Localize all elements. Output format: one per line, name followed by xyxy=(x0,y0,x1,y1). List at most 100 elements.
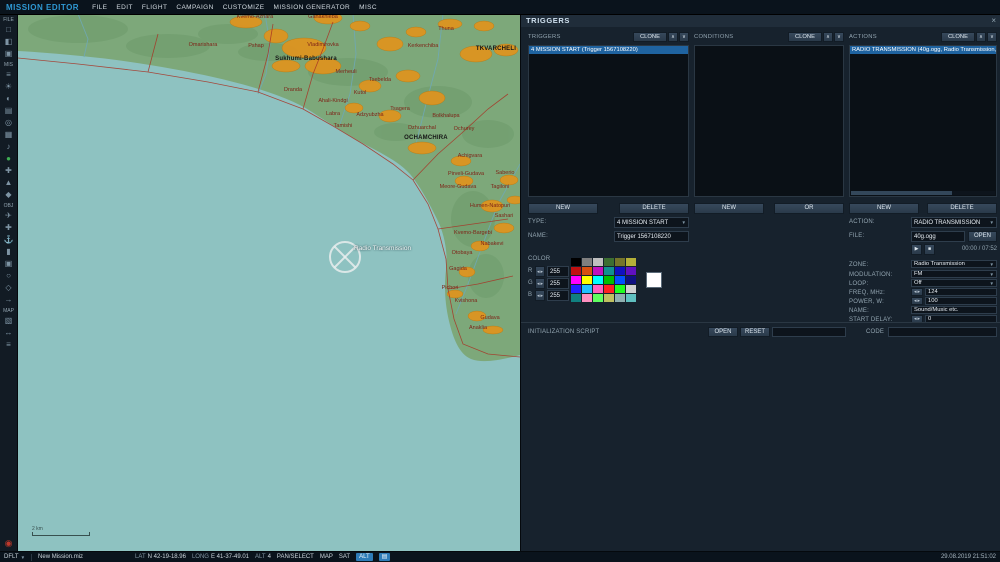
condition-move-up-button[interactable]: ∧ xyxy=(823,32,833,42)
resources-icon[interactable]: ▦ xyxy=(2,129,16,141)
color-swatch[interactable] xyxy=(571,276,581,284)
action-move-up-button[interactable]: ∧ xyxy=(976,32,986,42)
trigger-move-up-button[interactable]: ∧ xyxy=(668,32,678,42)
triggers-icon[interactable]: ▲ xyxy=(2,177,16,189)
init-script-file-field[interactable] xyxy=(772,327,846,337)
red-spinner[interactable]: ◂ ▸ xyxy=(535,266,545,277)
color-swatch[interactable] xyxy=(615,276,625,284)
pan-select-mode[interactable]: PAN/SELECT xyxy=(277,554,314,560)
stop-button[interactable]: ■ xyxy=(924,244,935,255)
menu-customize[interactable]: CUSTOMIZE xyxy=(223,4,265,11)
or-condition-button[interactable]: OR xyxy=(774,203,844,214)
conditions-list[interactable] xyxy=(694,45,844,197)
power-spinner[interactable]: ◂ ▸ xyxy=(911,297,923,305)
static-object-icon[interactable]: ▣ xyxy=(2,258,16,270)
play-button[interactable]: ▶ xyxy=(911,244,922,255)
color-swatch[interactable] xyxy=(582,267,592,275)
modulation-dropdown[interactable]: FM ▼ xyxy=(911,270,997,278)
map-viewport[interactable]: Kvemo-Azhara Ganakhleba Thuna Omarishara Psh… xyxy=(18,14,520,552)
color-swatch[interactable] xyxy=(604,258,614,266)
save-mission-icon[interactable]: ▣ xyxy=(2,48,16,60)
active-tool-icon[interactable]: ● xyxy=(2,153,16,165)
color-swatch[interactable] xyxy=(604,285,614,293)
actions-list[interactable]: RADIO TRANSMISSION (40g.ogg, Radio Trans… xyxy=(849,45,997,197)
clone-trigger-button[interactable]: CLONE xyxy=(633,32,667,42)
open-file-button[interactable]: OPEN xyxy=(968,231,997,242)
color-swatch[interactable] xyxy=(626,285,636,293)
condition-move-down-button[interactable]: ∨ xyxy=(834,32,844,42)
map-options-icon[interactable]: ≡ xyxy=(2,339,16,351)
init-script-open-button[interactable]: OPEN xyxy=(708,327,738,337)
weather-icon[interactable]: ☀ xyxy=(2,81,16,93)
menu-mission-generator[interactable]: MISSION GENERATOR xyxy=(274,4,351,11)
new-condition-button[interactable]: NEW xyxy=(694,203,764,214)
green-value[interactable]: 255 xyxy=(547,278,569,289)
map-mode-toggle[interactable]: MAP xyxy=(320,554,333,560)
color-swatch[interactable] xyxy=(571,267,581,275)
color-swatch[interactable] xyxy=(582,258,592,266)
init-script-reset-button[interactable]: RESET xyxy=(740,327,770,337)
color-swatch[interactable] xyxy=(626,258,636,266)
action-dropdown[interactable]: RADIO TRANSMISSION ▼ xyxy=(911,217,997,228)
color-swatch[interactable] xyxy=(593,294,603,302)
type-dropdown[interactable]: 4 MISSION START ▼ xyxy=(614,217,689,228)
profile-selector[interactable]: DFLT ▼ xyxy=(4,554,25,560)
clone-action-button[interactable]: CLONE xyxy=(941,32,975,42)
list-item[interactable]: 4 MISSION START (Trigger 1567108220) xyxy=(529,46,688,54)
menu-campaign[interactable]: CAMPAIGN xyxy=(176,4,213,11)
alt-toggle[interactable]: ALT xyxy=(356,553,373,561)
color-swatch[interactable] xyxy=(593,276,603,284)
delete-action-button[interactable]: DELETE xyxy=(927,203,997,214)
trigger-name-input[interactable]: Trigger 1567108220 xyxy=(614,231,689,242)
color-swatch[interactable] xyxy=(604,276,614,284)
blue-value[interactable]: 255 xyxy=(547,290,569,301)
color-swatch[interactable] xyxy=(593,267,603,275)
briefing-icon[interactable]: ▤ xyxy=(2,105,16,117)
color-swatch[interactable] xyxy=(604,267,614,275)
distance-tool-icon[interactable]: ↔ xyxy=(2,327,16,339)
open-mission-icon[interactable]: ◧ xyxy=(2,36,16,48)
action-move-down-button[interactable]: ∨ xyxy=(987,32,997,42)
color-swatch[interactable] xyxy=(604,294,614,302)
color-swatch[interactable] xyxy=(582,285,592,293)
new-trigger-button[interactable]: NEW xyxy=(528,203,598,214)
map-layers-icon[interactable]: ▧ xyxy=(2,315,16,327)
freq-value[interactable]: 124 xyxy=(925,288,997,296)
clone-condition-button[interactable]: CLONE xyxy=(788,32,822,42)
sat-mode-toggle[interactable]: SAT xyxy=(339,554,350,560)
color-swatch[interactable] xyxy=(582,276,592,284)
list-item[interactable]: RADIO TRANSMISSION (40g.ogg, Radio Trans… xyxy=(850,46,996,54)
color-swatch[interactable] xyxy=(593,285,603,293)
color-swatch[interactable] xyxy=(582,294,592,302)
failures-icon[interactable]: ✚ xyxy=(2,165,16,177)
mission-options-icon[interactable]: ≡ xyxy=(2,69,16,81)
route-icon[interactable]: → xyxy=(2,294,16,306)
menu-flight[interactable]: FLIGHT xyxy=(142,4,168,11)
rules-icon[interactable]: ◆ xyxy=(2,189,16,201)
menu-edit[interactable]: EDIT xyxy=(116,4,132,11)
delete-trigger-button[interactable]: DELETE xyxy=(619,203,689,214)
green-spinner[interactable]: ◂ ▸ xyxy=(535,278,545,289)
color-swatch[interactable] xyxy=(615,267,625,275)
sound-name-input[interactable]: Sound/Music etc. xyxy=(911,306,997,314)
color-swatch[interactable] xyxy=(571,285,581,293)
loop-dropdown[interactable]: Off ▼ xyxy=(911,279,997,287)
color-swatch[interactable] xyxy=(615,285,625,293)
color-swatch[interactable] xyxy=(593,258,603,266)
code-field[interactable] xyxy=(888,327,997,337)
helicopter-icon[interactable]: ✚ xyxy=(2,222,16,234)
sound-icon[interactable]: ♪ xyxy=(2,141,16,153)
freq-spinner[interactable]: ◂ ▸ xyxy=(911,288,923,296)
template-icon[interactable]: ◇ xyxy=(2,282,16,294)
goals-icon[interactable]: ◎ xyxy=(2,117,16,129)
trigger-zone-icon[interactable]: ○ xyxy=(2,270,16,282)
menu-file[interactable]: FILE xyxy=(92,4,107,11)
menu-misc[interactable]: MISC xyxy=(359,4,377,11)
vehicle-icon[interactable]: ▮ xyxy=(2,246,16,258)
trigger-move-down-button[interactable]: ∨ xyxy=(679,32,689,42)
color-swatch[interactable] xyxy=(615,258,625,266)
record-icon[interactable]: ◉ xyxy=(2,537,16,549)
red-value[interactable]: 255 xyxy=(547,266,569,277)
power-value[interactable]: 100 xyxy=(925,297,997,305)
selected-color-swatch[interactable] xyxy=(646,272,662,288)
